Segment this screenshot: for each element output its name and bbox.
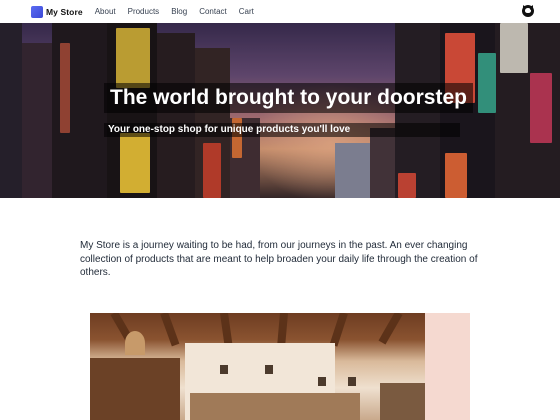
hero-title: The world brought to your doorstep — [104, 83, 473, 113]
hero-subtitle: Your one-stop shop for unique products y… — [104, 123, 460, 137]
window — [348, 377, 356, 386]
market-stall — [90, 358, 180, 420]
nav-link-products[interactable]: Products — [128, 7, 160, 16]
nav-link-cart[interactable]: Cart — [239, 7, 254, 16]
window — [318, 377, 326, 386]
market-stall — [380, 383, 425, 420]
roof-beam — [329, 313, 348, 347]
intro-paragraph: My Store is a journey waiting to be had,… — [80, 240, 478, 278]
roof-beam — [378, 313, 403, 345]
bazaar-wall-right — [425, 313, 470, 420]
top-navigation: My Store About Products Blog Contact Car… — [0, 0, 560, 23]
hanging-lamp — [125, 331, 145, 355]
window — [220, 365, 228, 374]
store-logo-icon — [31, 5, 43, 18]
brand-name: My Store — [46, 6, 83, 17]
hero-banner: The world brought to your doorstep Your … — [0, 23, 560, 198]
roof-beam — [160, 313, 180, 347]
bazaar-photo — [90, 313, 470, 420]
nav-link-about[interactable]: About — [95, 7, 116, 16]
window — [265, 365, 273, 374]
nav-links: About Products Blog Contact Cart — [95, 7, 266, 16]
nav-link-contact[interactable]: Contact — [199, 7, 227, 16]
market-stall — [190, 393, 360, 420]
nav-link-blog[interactable]: Blog — [171, 7, 187, 16]
github-icon[interactable] — [522, 5, 534, 17]
brand-logo-link[interactable]: My Store — [31, 5, 83, 18]
